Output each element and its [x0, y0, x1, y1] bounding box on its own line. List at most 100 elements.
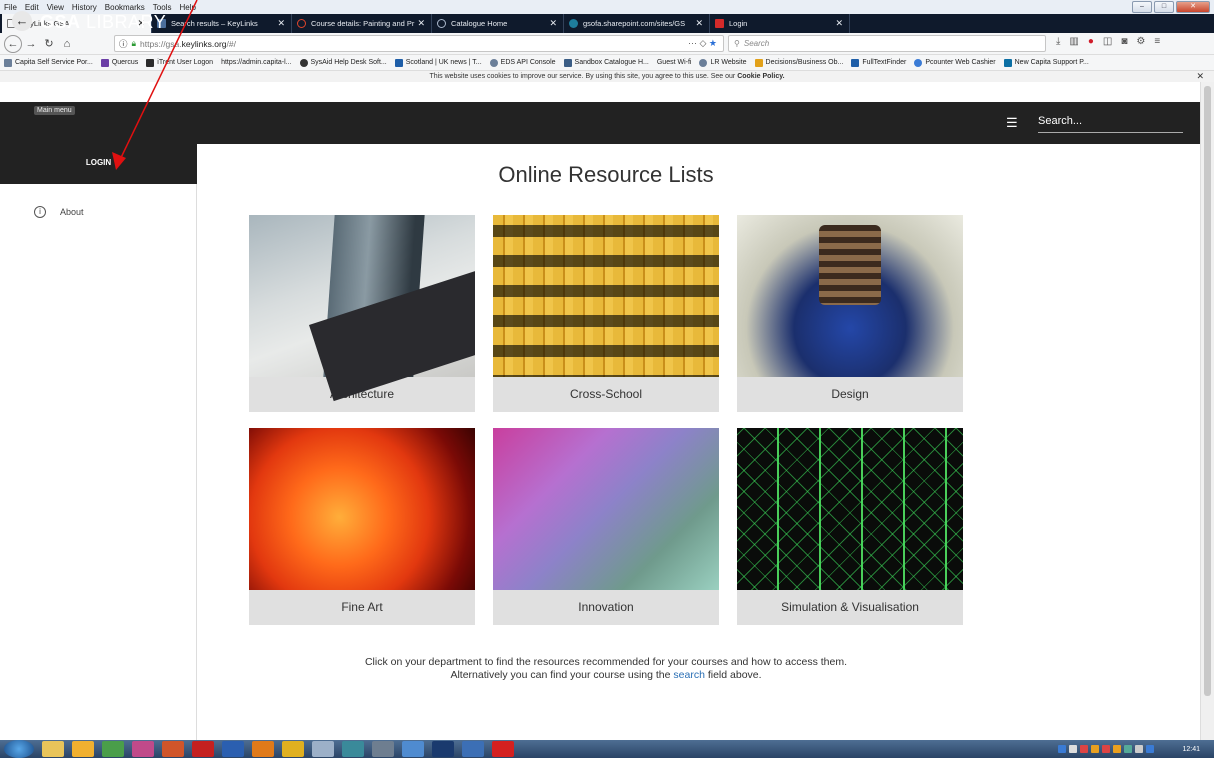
- bookmark-item[interactable]: Scotland | UK news | T...: [394, 58, 482, 67]
- photoshop-icon[interactable]: [432, 741, 454, 757]
- department-card-simulation[interactable]: Simulation & Visualisation: [737, 428, 963, 625]
- menu-view[interactable]: View: [47, 3, 64, 12]
- bookmark-item[interactable]: Guest Wi-fi: [657, 59, 692, 66]
- gsa-library-logo[interactable]: GSA LIBRARY: [40, 12, 166, 33]
- close-tab-icon[interactable]: ✕: [277, 18, 285, 29]
- bookmark-item[interactable]: Pcounter Web Cashier: [914, 58, 996, 67]
- back-arrow-icon[interactable]: ←: [4, 34, 22, 53]
- app-icon[interactable]: [342, 741, 364, 757]
- list-menu-icon[interactable]: ☰: [1006, 115, 1018, 131]
- chrome-icon[interactable]: [282, 741, 304, 757]
- search-link[interactable]: search: [673, 669, 705, 681]
- access-icon[interactable]: [132, 741, 154, 757]
- bookmark-item[interactable]: EDS API Console: [489, 58, 556, 67]
- scrollbar-thumb[interactable]: [1204, 86, 1211, 696]
- tray-icon[interactable]: [1069, 745, 1077, 753]
- menu-edit[interactable]: Edit: [25, 3, 39, 12]
- bookmark-item[interactable]: Capita Self Service Por...: [4, 58, 93, 67]
- word-icon[interactable]: [222, 741, 244, 757]
- department-card-cross-school[interactable]: Cross-School: [493, 215, 719, 412]
- app-icon[interactable]: [402, 741, 424, 757]
- login-button[interactable]: LOGIN: [0, 144, 197, 184]
- settings-icon[interactable]: ⚙: [1136, 36, 1145, 47]
- globe-icon: [4, 58, 12, 67]
- bookmark-item[interactable]: Quercus: [100, 58, 138, 67]
- more-actions-icon[interactable]: ···: [688, 38, 697, 48]
- tray-icon[interactable]: [1058, 745, 1066, 753]
- tray-icon[interactable]: [1091, 745, 1099, 753]
- tray-icon[interactable]: [1102, 745, 1110, 753]
- sidebar-item-about[interactable]: i About: [34, 206, 84, 218]
- browser-search-input[interactable]: ⚲ Search: [728, 35, 1046, 52]
- close-window-button[interactable]: ✕: [1176, 1, 1210, 13]
- explorer-icon[interactable]: [42, 741, 64, 757]
- app-icon[interactable]: [102, 741, 124, 757]
- department-card-architecture[interactable]: Architecture: [249, 215, 475, 412]
- bookmark-item[interactable]: Decisions/Business Ob...: [754, 58, 843, 67]
- close-icon[interactable]: ✕: [1196, 71, 1204, 82]
- menu-file[interactable]: File: [4, 3, 17, 12]
- tray-icon[interactable]: [1080, 745, 1088, 753]
- tray-icon[interactable]: [1124, 745, 1132, 753]
- bookmark-item[interactable]: iTrent User Logon: [146, 58, 213, 67]
- tab-login[interactable]: Login ✕: [710, 14, 850, 33]
- app-icon[interactable]: [372, 741, 394, 757]
- tray-icon[interactable]: [1113, 745, 1121, 753]
- department-card-innovation[interactable]: Innovation: [493, 428, 719, 625]
- bookmark-item[interactable]: https://admin.capita-l...: [221, 59, 291, 66]
- menu-history[interactable]: History: [72, 3, 97, 12]
- tray-icon[interactable]: [1146, 745, 1154, 753]
- clock[interactable]: 12:41: [1182, 746, 1200, 753]
- acrobat-icon[interactable]: [192, 741, 214, 757]
- back-arrow-icon[interactable]: ←: [12, 11, 32, 31]
- bookmark-item[interactable]: Sandbox Catalogue H...: [563, 58, 649, 67]
- tab-search-results[interactable]: Search results – KeyLinks ✕: [152, 14, 292, 33]
- bookmark-item[interactable]: SysAid Help Desk Soft...: [299, 58, 387, 67]
- close-tab-icon[interactable]: ✕: [835, 18, 843, 29]
- url-bar[interactable]: ⓘ 🔒︎ https://gsa. keylinks.org/#/ ··· ◇ ★: [114, 35, 724, 52]
- tab-catalogue-home[interactable]: Catalogue Home ✕: [432, 14, 564, 33]
- app-icon[interactable]: [312, 741, 334, 757]
- minimize-button[interactable]: –: [1132, 1, 1152, 13]
- page-scrollbar[interactable]: [1200, 82, 1214, 740]
- department-card-design[interactable]: Design: [737, 215, 963, 412]
- tab-sharepoint[interactable]: gsofa.sharepoint.com/sites/GS ✕: [564, 14, 710, 33]
- start-button[interactable]: [4, 740, 34, 758]
- menu-bookmarks[interactable]: Bookmarks: [105, 3, 145, 12]
- home-icon[interactable]: ⌂: [58, 35, 76, 53]
- acrobat-icon[interactable]: [492, 741, 514, 757]
- cross-school-image: [493, 215, 719, 377]
- bookmark-item[interactable]: New Capita Support P...: [1003, 58, 1089, 67]
- tray-icon[interactable]: [1135, 745, 1143, 753]
- close-tab-icon[interactable]: ✕: [695, 18, 703, 29]
- sidebar-icon[interactable]: ◫: [1103, 36, 1112, 47]
- bookmark-item[interactable]: LR Website: [699, 58, 747, 67]
- close-tab-icon[interactable]: ✕: [417, 18, 425, 29]
- close-tab-icon[interactable]: ✕: [549, 18, 557, 29]
- bookmark-item[interactable]: FullTextFinder: [851, 58, 906, 67]
- library-icon[interactable]: ▥: [1069, 36, 1078, 47]
- bookmark-label: SysAid Help Desk Soft...: [310, 59, 387, 66]
- bookmark-label: https://admin.capita-l...: [221, 59, 292, 66]
- pocket-icon[interactable]: ◇: [699, 38, 706, 48]
- menu-icon[interactable]: ≡: [1154, 36, 1160, 47]
- search-input[interactable]: Search...: [1038, 113, 1183, 133]
- firefox-icon[interactable]: [72, 741, 94, 757]
- extension-icon[interactable]: ◙: [1121, 36, 1127, 47]
- reload-icon[interactable]: ↻: [40, 35, 58, 53]
- menu-help[interactable]: Help: [179, 3, 195, 12]
- cookie-policy-link[interactable]: Cookie Policy.: [737, 73, 784, 80]
- info-icon[interactable]: ⓘ: [119, 38, 128, 50]
- tab-course-details[interactable]: Course details: Painting and Pr ✕: [292, 14, 432, 33]
- department-card-fine-art[interactable]: Fine Art: [249, 428, 475, 625]
- maximize-button[interactable]: □: [1154, 1, 1174, 13]
- menu-tools[interactable]: Tools: [153, 3, 172, 12]
- forward-arrow-icon[interactable]: →: [22, 35, 40, 53]
- bookmark-star-icon[interactable]: ★: [709, 38, 717, 48]
- outlook-icon[interactable]: [252, 741, 274, 757]
- pinterest-icon[interactable]: ●: [1088, 36, 1094, 47]
- downloads-icon[interactable]: ⤓: [1056, 36, 1060, 47]
- window-controls: – □ ✕: [1132, 1, 1210, 13]
- app-icon[interactable]: [462, 741, 484, 757]
- powerpoint-icon[interactable]: [162, 741, 184, 757]
